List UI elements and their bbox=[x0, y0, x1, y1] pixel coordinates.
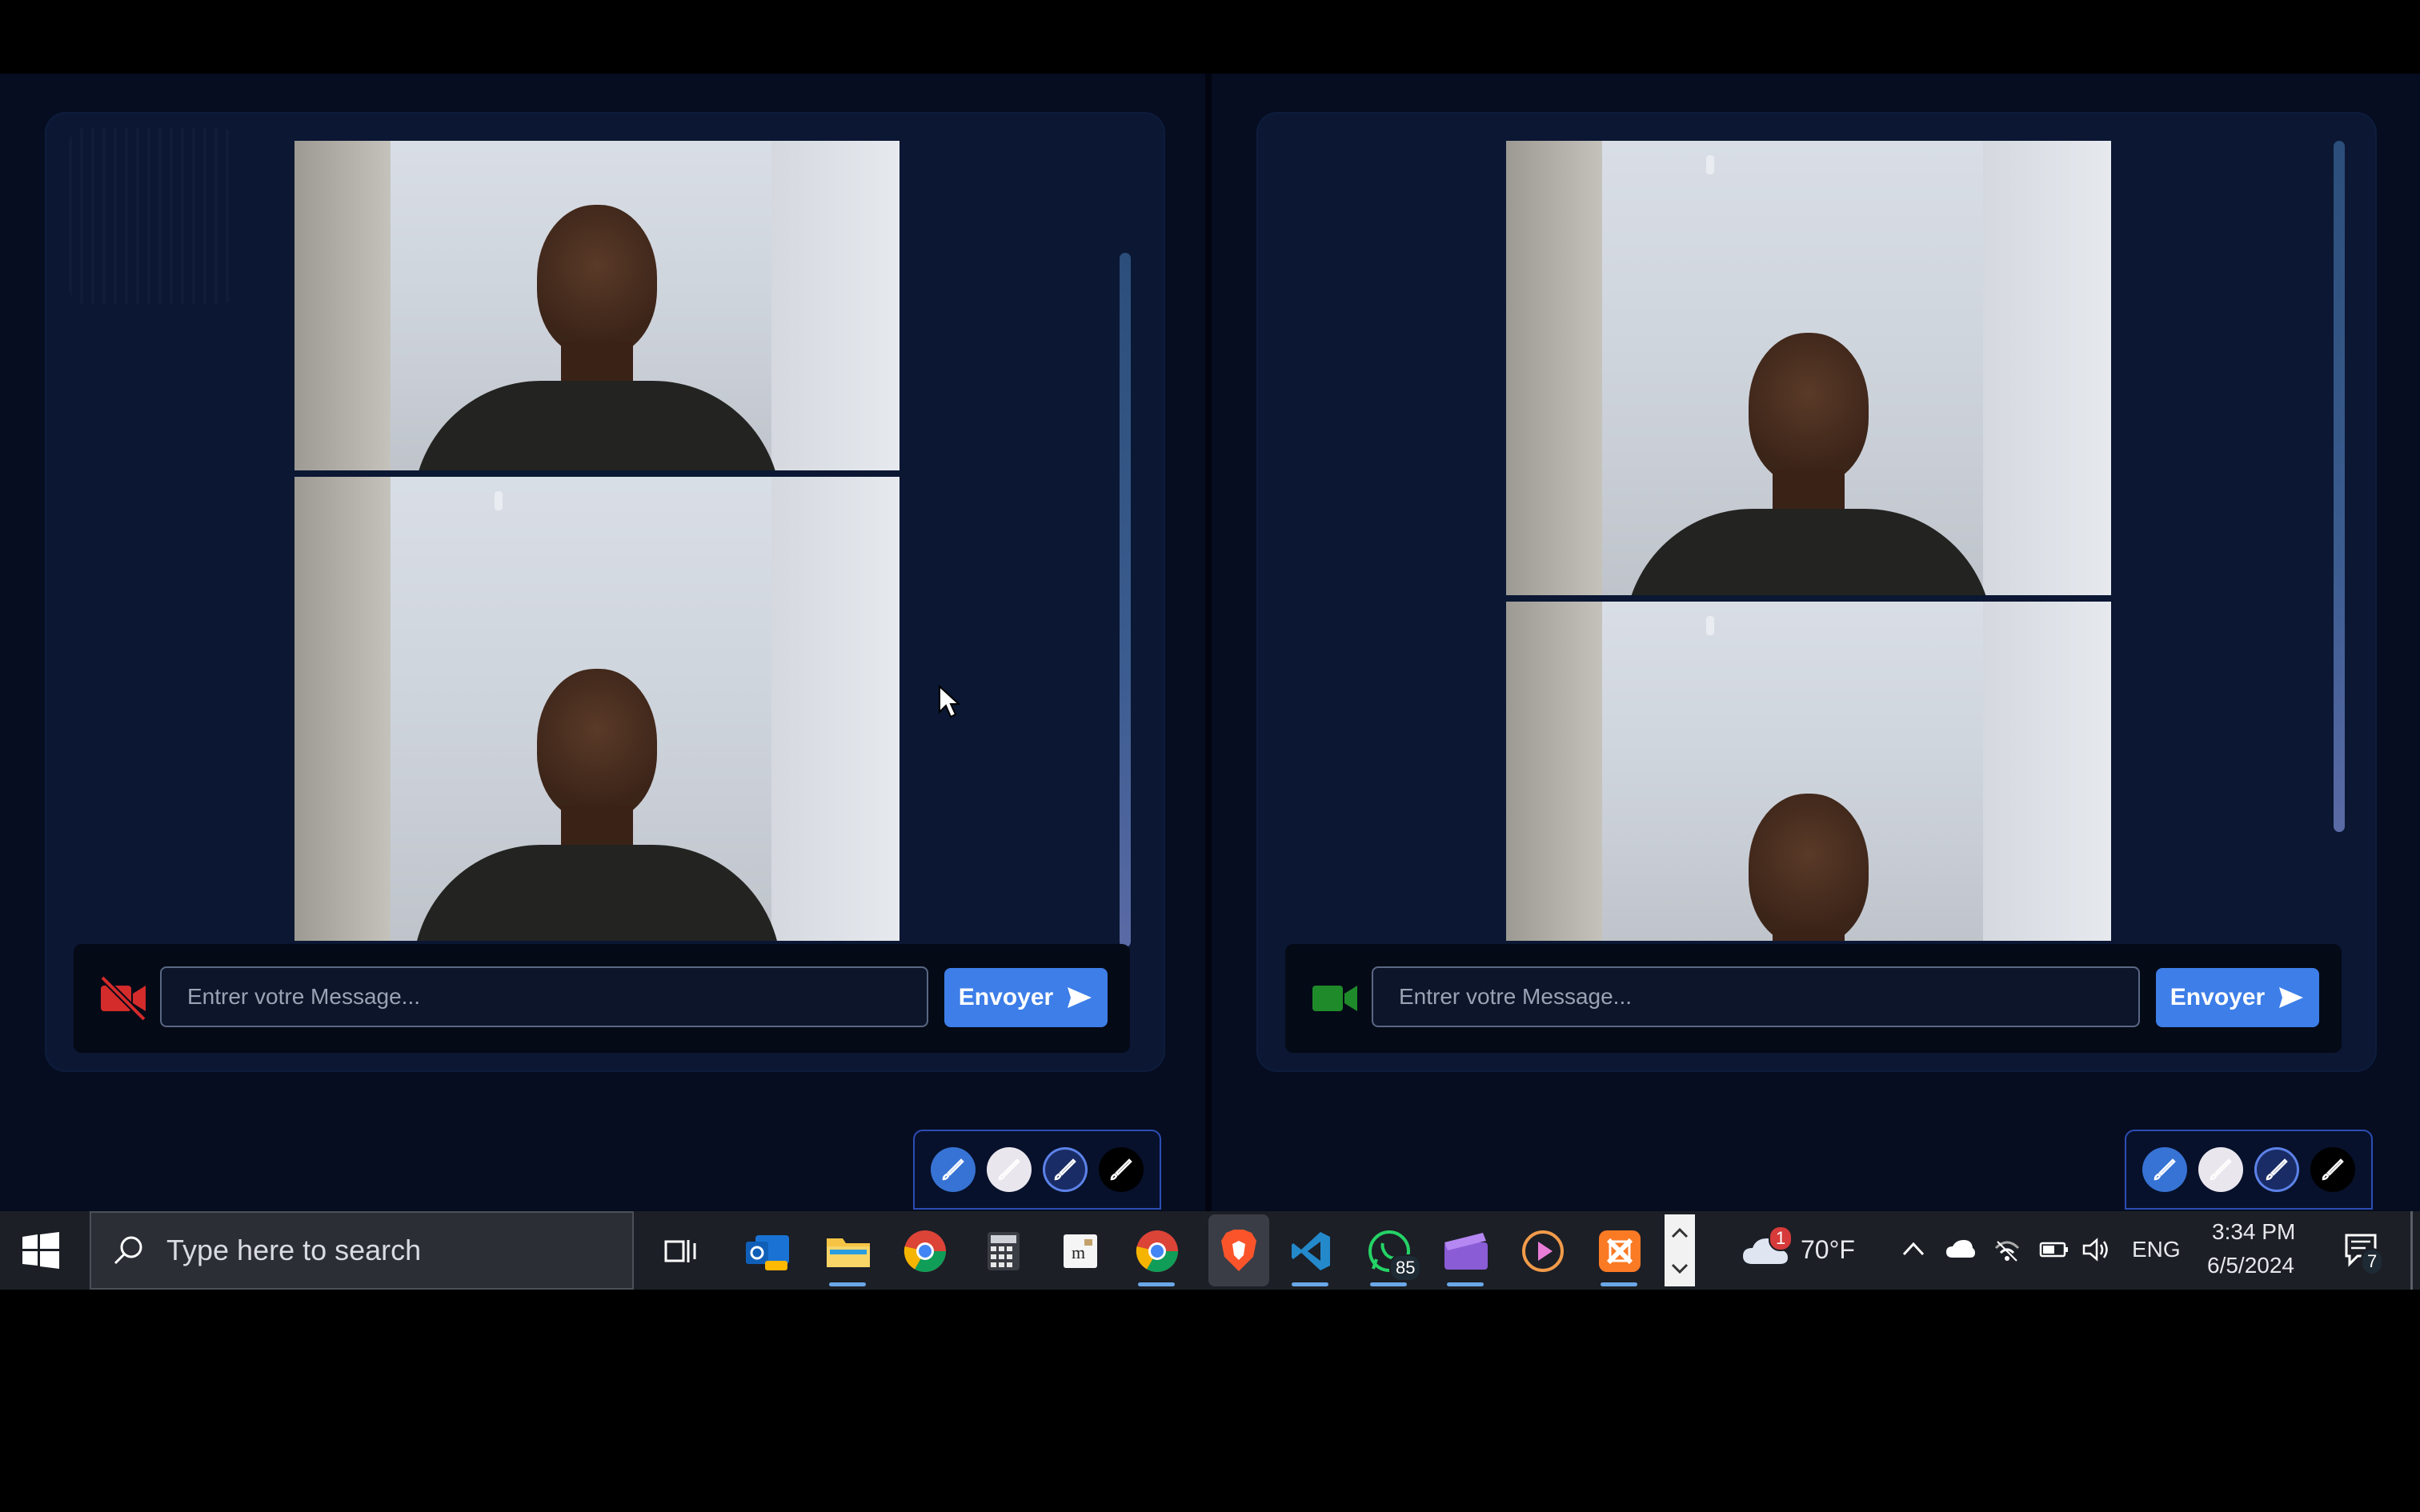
vscode-active-indicator bbox=[1292, 1282, 1328, 1286]
camera-off-icon[interactable] bbox=[98, 974, 149, 1022]
clock-time[interactable]: 3:34 PM bbox=[2212, 1219, 2295, 1245]
participant-figure bbox=[413, 141, 781, 470]
weather-badge: 1 bbox=[1769, 1226, 1793, 1251]
send-arrow-icon bbox=[1068, 987, 1092, 1008]
camera-on-icon[interactable] bbox=[1309, 974, 1360, 1022]
file-explorer-active-indicator bbox=[829, 1282, 866, 1286]
brush-black-icon[interactable] bbox=[1099, 1147, 1144, 1192]
notepad-icon[interactable]: m bbox=[1056, 1227, 1104, 1275]
clipchamp-icon[interactable] bbox=[1442, 1227, 1490, 1275]
drawing-tools-left bbox=[913, 1130, 1161, 1210]
outlook-new-icon[interactable] bbox=[744, 1227, 792, 1275]
file-explorer-icon[interactable] bbox=[824, 1227, 872, 1275]
right-pane: Envoyer bbox=[1212, 74, 2420, 1213]
mouse-cursor-icon bbox=[939, 685, 960, 718]
participant-figure bbox=[1625, 602, 1993, 941]
chrome-icon-2[interactable] bbox=[1133, 1227, 1181, 1275]
message-bar-left: Envoyer bbox=[74, 944, 1130, 1053]
video-stack-right bbox=[1506, 141, 2111, 941]
message-bar-right: Envoyer bbox=[1285, 944, 2342, 1053]
brush-outline-icon[interactable] bbox=[1043, 1147, 1088, 1192]
media-player-icon[interactable] bbox=[1519, 1227, 1567, 1275]
video-stack-left bbox=[294, 141, 899, 941]
battery-icon[interactable] bbox=[2039, 1240, 2069, 1259]
xampp-active-indicator bbox=[1601, 1282, 1637, 1286]
windows-taskbar: Type here to search m 85 1 70°F ENG 3:34… bbox=[0, 1211, 2420, 1290]
letterbox-bottom bbox=[0, 1290, 2420, 1512]
clock-date[interactable]: 6/5/2024 bbox=[2207, 1253, 2294, 1278]
video-feed-local bbox=[294, 141, 899, 470]
scrollbar-right[interactable] bbox=[2334, 141, 2345, 832]
pane-divider bbox=[1205, 74, 1212, 1213]
vscode-icon[interactable] bbox=[1287, 1227, 1335, 1275]
video-feed-local bbox=[1506, 141, 2111, 595]
send-arrow-icon bbox=[2279, 987, 2304, 1008]
video-card-right: Envoyer bbox=[1256, 112, 2377, 1072]
video-feed-remote bbox=[1506, 602, 2111, 941]
chevron-up-icon[interactable] bbox=[1671, 1227, 1689, 1238]
notification-count-badge: 7 bbox=[2361, 1248, 2384, 1275]
svg-text:m: m bbox=[1072, 1242, 1085, 1262]
volume-icon[interactable] bbox=[2082, 1237, 2111, 1262]
drawing-tools-right bbox=[2125, 1130, 2373, 1210]
show-hidden-icons-icon[interactable] bbox=[1901, 1240, 1925, 1258]
task-view-icon[interactable] bbox=[656, 1227, 704, 1275]
brush-blue-icon[interactable] bbox=[2142, 1147, 2187, 1192]
left-pane: Envoyer bbox=[0, 74, 1205, 1213]
brush-black-icon[interactable] bbox=[2310, 1147, 2355, 1192]
wifi-icon[interactable] bbox=[1994, 1238, 2020, 1262]
onedrive-icon[interactable] bbox=[1945, 1237, 1977, 1261]
chrome-icon[interactable] bbox=[901, 1227, 949, 1275]
send-button[interactable]: Envoyer bbox=[2156, 968, 2319, 1027]
brush-white-icon[interactable] bbox=[2198, 1147, 2243, 1192]
clipchamp-active-indicator bbox=[1447, 1282, 1484, 1286]
video-feed-remote bbox=[294, 477, 899, 941]
taskbar-search[interactable]: Type here to search bbox=[90, 1211, 634, 1290]
taskbar-scroll-arrows[interactable] bbox=[1665, 1214, 1695, 1286]
search-placeholder: Type here to search bbox=[166, 1234, 422, 1266]
app-area: Envoyer bbox=[0, 74, 2420, 1213]
brave-icon[interactable] bbox=[1208, 1214, 1269, 1286]
show-desktop-button[interactable] bbox=[2410, 1211, 2413, 1290]
search-icon bbox=[114, 1236, 142, 1265]
calculator-icon[interactable] bbox=[980, 1227, 1028, 1275]
send-button-label: Envoyer bbox=[2170, 984, 2266, 1010]
chrome-active-indicator bbox=[1138, 1282, 1175, 1286]
brush-white-icon[interactable] bbox=[987, 1147, 1032, 1192]
chevron-down-icon[interactable] bbox=[1671, 1263, 1689, 1274]
whatsapp-active-indicator bbox=[1370, 1282, 1407, 1286]
participant-figure bbox=[1625, 141, 1993, 595]
send-button-label: Envoyer bbox=[958, 984, 1054, 1010]
xampp-icon[interactable] bbox=[1596, 1227, 1644, 1275]
decorative-stripes bbox=[69, 128, 237, 304]
brush-outline-icon[interactable] bbox=[2254, 1147, 2299, 1192]
video-card-left: Envoyer bbox=[45, 112, 1165, 1072]
windows-start-icon[interactable] bbox=[22, 1232, 59, 1269]
weather-temperature[interactable]: 70°F bbox=[1801, 1235, 1855, 1265]
send-button[interactable]: Envoyer bbox=[944, 968, 1108, 1027]
message-input[interactable] bbox=[160, 966, 928, 1027]
brush-blue-icon[interactable] bbox=[931, 1147, 976, 1192]
scrollbar-left[interactable] bbox=[1120, 253, 1131, 947]
participant-figure bbox=[413, 477, 781, 941]
message-input[interactable] bbox=[1372, 966, 2140, 1027]
whatsapp-badge: 85 bbox=[1389, 1254, 1422, 1282]
language-indicator[interactable]: ENG bbox=[2132, 1237, 2181, 1262]
